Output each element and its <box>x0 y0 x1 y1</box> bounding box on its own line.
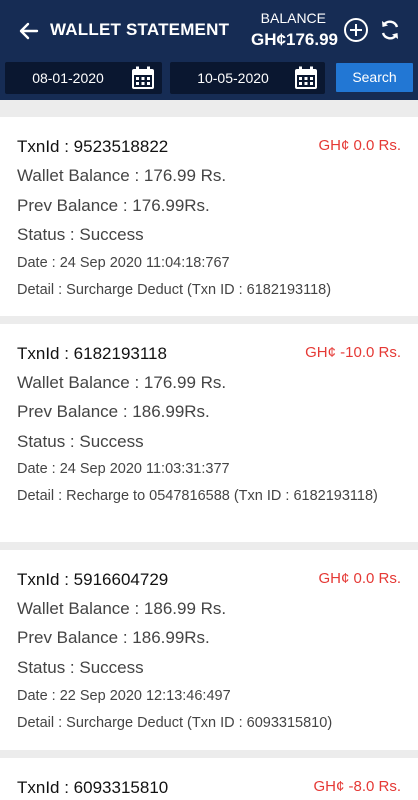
balance-label: BALANCE <box>260 10 326 26</box>
prev-balance: Prev Balance : 176.99Rs. <box>17 196 210 215</box>
page-title: WALLET STATEMENT <box>50 20 230 39</box>
txn-amount: GH¢ 0.0 Rs. <box>318 137 401 154</box>
search-button[interactable]: Search <box>336 63 413 92</box>
txn-detail: Detail : Recharge to 0547816588 (Txn ID … <box>17 488 378 504</box>
transaction-card: TxnId : 9523518822 GH¢ 0.0 Rs. Wallet Ba… <box>0 117 418 316</box>
transaction-card: TxnId : 6182193118 GH¢ -10.0 Rs. Wallet … <box>0 324 418 542</box>
plus-circle-icon <box>344 18 368 42</box>
txn-date: Date : 24 Sep 2020 11:04:18:767 <box>17 255 230 271</box>
transaction-card: TxnId : 6093315810 GH¢ -8.0 Rs. <box>0 758 418 800</box>
balance-value: GH¢176.99 <box>251 30 338 49</box>
prev-balance: Prev Balance : 186.99Rs. <box>17 402 210 421</box>
txn-status: Status : Success <box>17 658 144 677</box>
txn-date: Date : 24 Sep 2020 11:03:31:377 <box>17 461 230 477</box>
txn-amount: GH¢ -10.0 Rs. <box>305 344 401 361</box>
from-date-value: 08-01-2020 <box>32 70 104 86</box>
refresh-button[interactable] <box>376 16 404 44</box>
txn-id: TxnId : 6182193118 <box>17 344 167 363</box>
txn-amount: GH¢ 0.0 Rs. <box>318 570 401 587</box>
to-date-field[interactable]: 10-05-2020 <box>170 62 325 94</box>
txn-id: TxnId : 5916604729 <box>17 570 169 589</box>
txn-id: TxnId : 9523518822 <box>17 137 169 156</box>
app-header: WALLET STATEMENT BALANCE GH¢176.99 08-01… <box>0 0 418 100</box>
transaction-card: TxnId : 5916604729 GH¢ 0.0 Rs. Wallet Ba… <box>0 550 418 750</box>
calendar-icon[interactable] <box>130 65 156 91</box>
wallet-balance: Wallet Balance : 176.99 Rs. <box>17 166 227 185</box>
add-money-button[interactable] <box>342 16 370 44</box>
txn-detail: Detail : Surcharge Deduct (Txn ID : 6182… <box>17 282 332 298</box>
from-date-field[interactable]: 08-01-2020 <box>5 62 162 94</box>
arrow-left-icon <box>19 22 39 40</box>
calendar-icon[interactable] <box>293 65 319 91</box>
to-date-value: 10-05-2020 <box>197 70 269 86</box>
prev-balance: Prev Balance : 186.99Rs. <box>17 628 210 647</box>
txn-amount: GH¢ -8.0 Rs. <box>313 778 401 795</box>
refresh-icon <box>381 20 399 40</box>
txn-status: Status : Success <box>17 225 144 244</box>
wallet-balance: Wallet Balance : 186.99 Rs. <box>17 599 227 618</box>
back-button[interactable] <box>14 16 44 46</box>
txn-status: Status : Success <box>17 432 144 451</box>
txn-detail: Detail : Surcharge Deduct (Txn ID : 6093… <box>17 715 333 731</box>
txn-id: TxnId : 6093315810 <box>17 778 169 797</box>
txn-date: Date : 22 Sep 2020 12:13:46:497 <box>17 688 231 704</box>
wallet-balance: Wallet Balance : 176.99 Rs. <box>17 373 227 392</box>
